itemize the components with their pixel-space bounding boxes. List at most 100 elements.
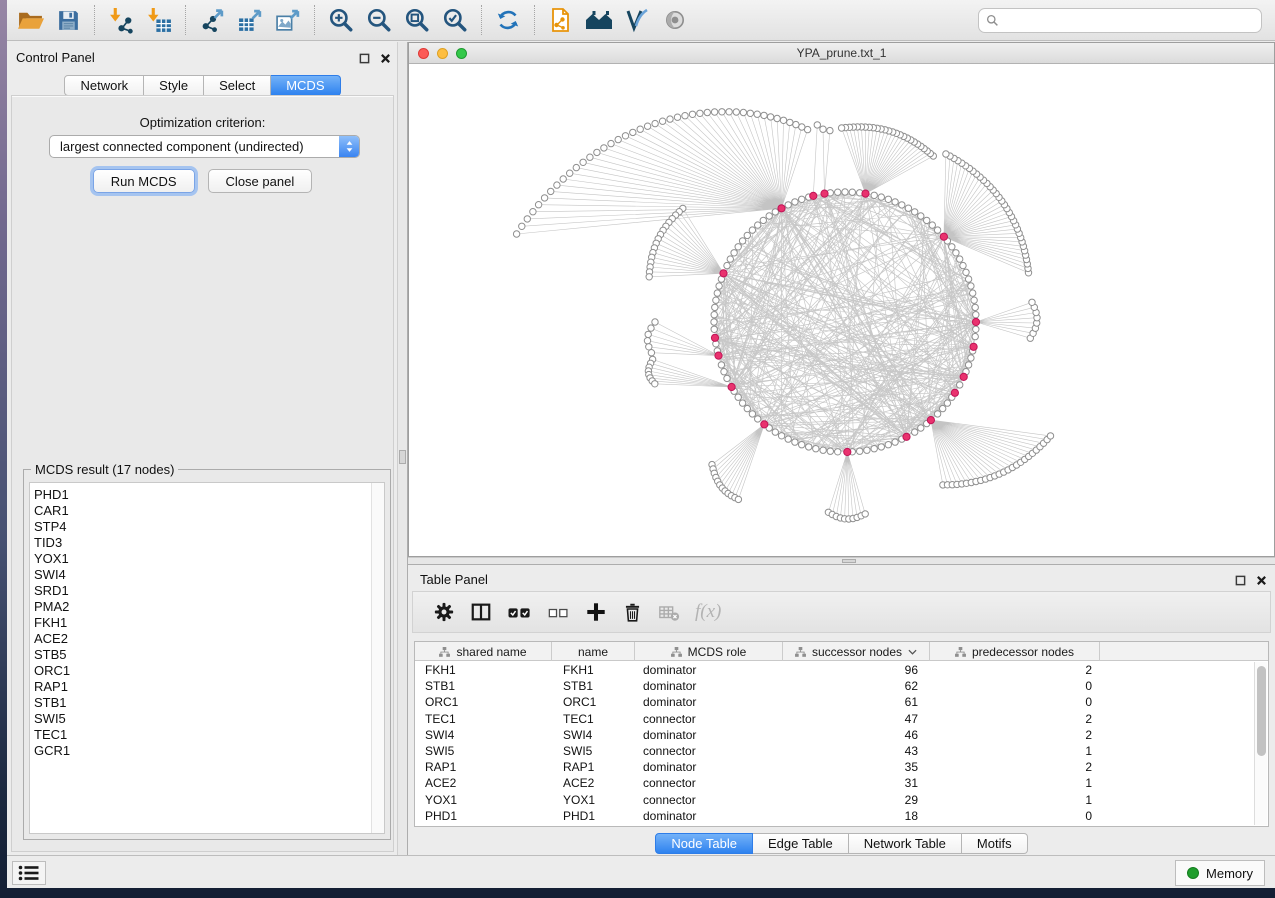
tab-node-table[interactable]: Node Table [655, 833, 753, 854]
hide-panel-eye-button[interactable] [656, 2, 694, 38]
mcds-result-node[interactable]: STP4 [34, 519, 384, 535]
control-panel-tab-bar: NetworkStyleSelectMCDS [8, 75, 397, 96]
mcds-result-group: MCDS result (17 nodes) PHD1CAR1STP4TID3Y… [23, 469, 391, 840]
add-plus-button[interactable] [585, 601, 607, 623]
split-columns-button[interactable] [470, 601, 492, 623]
import-network-button[interactable] [102, 2, 140, 38]
settings-gear-button[interactable] [433, 601, 455, 623]
column-header-shared-name[interactable]: shared name [415, 642, 552, 661]
table-row[interactable]: SWI4SWI4dominator462 [415, 727, 1254, 743]
mcds-result-node[interactable]: STB1 [34, 695, 384, 711]
table-cell: 0 [930, 695, 1100, 709]
column-header-MCDS-role[interactable]: MCDS role [635, 642, 783, 661]
network-overview-doc-button[interactable] [542, 2, 580, 38]
tab-network-table[interactable]: Network Table [849, 833, 962, 854]
export-image-button[interactable] [269, 2, 307, 38]
deselect-all-checks-button[interactable] [547, 602, 570, 622]
column-header-name[interactable]: name [552, 642, 635, 661]
table-cell: dominator [635, 809, 783, 823]
column-label: successor nodes [812, 645, 902, 659]
table-row[interactable]: PHD1PHD1dominator180 [415, 808, 1254, 824]
search-input[interactable] [1004, 13, 1254, 27]
network-canvas[interactable] [409, 64, 1274, 556]
vertical-splitter-grip[interactable] [399, 450, 406, 464]
table-row[interactable]: STB1STB1dominator620 [415, 678, 1254, 694]
table-row[interactable]: TEC1TEC1connector472 [415, 711, 1254, 727]
mcds-result-node[interactable]: GCR1 [34, 743, 384, 759]
tab-edge-table[interactable]: Edge Table [753, 833, 849, 854]
export-table-button[interactable] [231, 2, 269, 38]
mcds-result-node[interactable]: TID3 [34, 535, 384, 551]
table-cell: 2 [930, 760, 1100, 774]
network-view-window: YPA_prune.txt_1 [408, 42, 1275, 557]
table-cell: 96 [783, 663, 930, 677]
mcds-result-node[interactable]: ACE2 [34, 631, 384, 647]
mcds-result-node[interactable]: FKH1 [34, 615, 384, 631]
mcds-result-node[interactable]: YOX1 [34, 551, 384, 567]
main-toolbar [7, 0, 1275, 41]
float-panel-icon[interactable] [359, 51, 370, 69]
vizmapper-button[interactable] [618, 2, 656, 38]
tab-style[interactable]: Style [144, 75, 204, 96]
mcds-result-list[interactable]: PHD1CAR1STP4TID3YOX1SWI4SRD1PMA2FKH1ACE2… [29, 482, 385, 834]
tab-select[interactable]: Select [204, 75, 271, 96]
close-panel-button[interactable]: Close panel [208, 169, 313, 193]
memory-button[interactable]: Memory [1175, 860, 1265, 886]
mcds-result-node[interactable]: PMA2 [34, 599, 384, 615]
result-scrollbar[interactable] [371, 483, 384, 833]
close-panel-icon[interactable] [380, 51, 391, 69]
mcds-result-node[interactable]: ORC1 [34, 663, 384, 679]
zoom-selected-button[interactable] [436, 2, 474, 38]
search-field[interactable] [978, 8, 1262, 33]
zoom-out-button[interactable] [360, 2, 398, 38]
tab-mcds[interactable]: MCDS [271, 75, 340, 96]
sort-desc-icon [908, 649, 917, 655]
table-cell: 1 [930, 744, 1100, 758]
mcds-result-node[interactable]: SWI4 [34, 567, 384, 583]
toolbar-separator [185, 5, 186, 35]
optimization-criterion-select[interactable]: largest connected component (undirected) [49, 135, 360, 158]
mcds-result-node[interactable]: TEC1 [34, 727, 384, 743]
optimization-label: Optimization criterion: [12, 115, 393, 130]
table-row[interactable]: SWI5SWI5connector431 [415, 743, 1254, 759]
mcds-result-node[interactable]: STB5 [34, 647, 384, 663]
table-row[interactable]: ACE2ACE2connector311 [415, 775, 1254, 791]
open-file-button[interactable] [11, 2, 49, 38]
table-cell: 18 [783, 809, 930, 823]
mcds-result-node[interactable]: SWI5 [34, 711, 384, 727]
table-scrollbar[interactable] [1254, 662, 1267, 825]
vertical-splitter[interactable] [397, 42, 408, 855]
select-all-checks-button[interactable] [507, 601, 532, 623]
zoom-in-button[interactable] [322, 2, 360, 38]
refresh-view-button[interactable] [489, 2, 527, 38]
home-view-button[interactable] [580, 2, 618, 38]
export-network-button[interactable] [193, 2, 231, 38]
table-scrollbar-thumb[interactable] [1257, 666, 1266, 756]
delete-trash-button[interactable] [622, 602, 643, 623]
control-panel-titlebar: Control Panel [8, 42, 397, 70]
task-history-button[interactable] [12, 861, 46, 885]
table-cell: dominator [635, 760, 783, 774]
horizontal-splitter[interactable] [408, 557, 1275, 565]
table-row[interactable]: ORC1ORC1dominator610 [415, 694, 1254, 710]
mcds-result-node[interactable]: CAR1 [34, 503, 384, 519]
table-row[interactable]: FKH1FKH1dominator962 [415, 662, 1254, 678]
mcds-result-node[interactable]: RAP1 [34, 679, 384, 695]
zoom-fit-button[interactable] [398, 2, 436, 38]
column-header-successor-nodes[interactable]: successor nodes [783, 642, 930, 661]
table-cell: dominator [635, 663, 783, 677]
run-mcds-button[interactable]: Run MCDS [93, 169, 195, 193]
tab-motifs[interactable]: Motifs [962, 833, 1028, 854]
save-session-button[interactable] [49, 2, 87, 38]
tab-network[interactable]: Network [64, 75, 144, 96]
mcds-result-node[interactable]: SRD1 [34, 583, 384, 599]
combo-stepper-icon [339, 136, 359, 157]
column-header-predecessor-nodes[interactable]: predecessor nodes [930, 642, 1100, 661]
mcds-result-node[interactable]: PHD1 [34, 487, 384, 503]
close-panel-icon[interactable] [1256, 573, 1267, 591]
table-row[interactable]: YOX1YOX1connector291 [415, 792, 1254, 808]
import-table-button[interactable] [140, 2, 178, 38]
horizontal-splitter-grip[interactable] [842, 559, 856, 563]
table-row[interactable]: RAP1RAP1dominator352 [415, 759, 1254, 775]
float-panel-icon[interactable] [1235, 573, 1246, 591]
